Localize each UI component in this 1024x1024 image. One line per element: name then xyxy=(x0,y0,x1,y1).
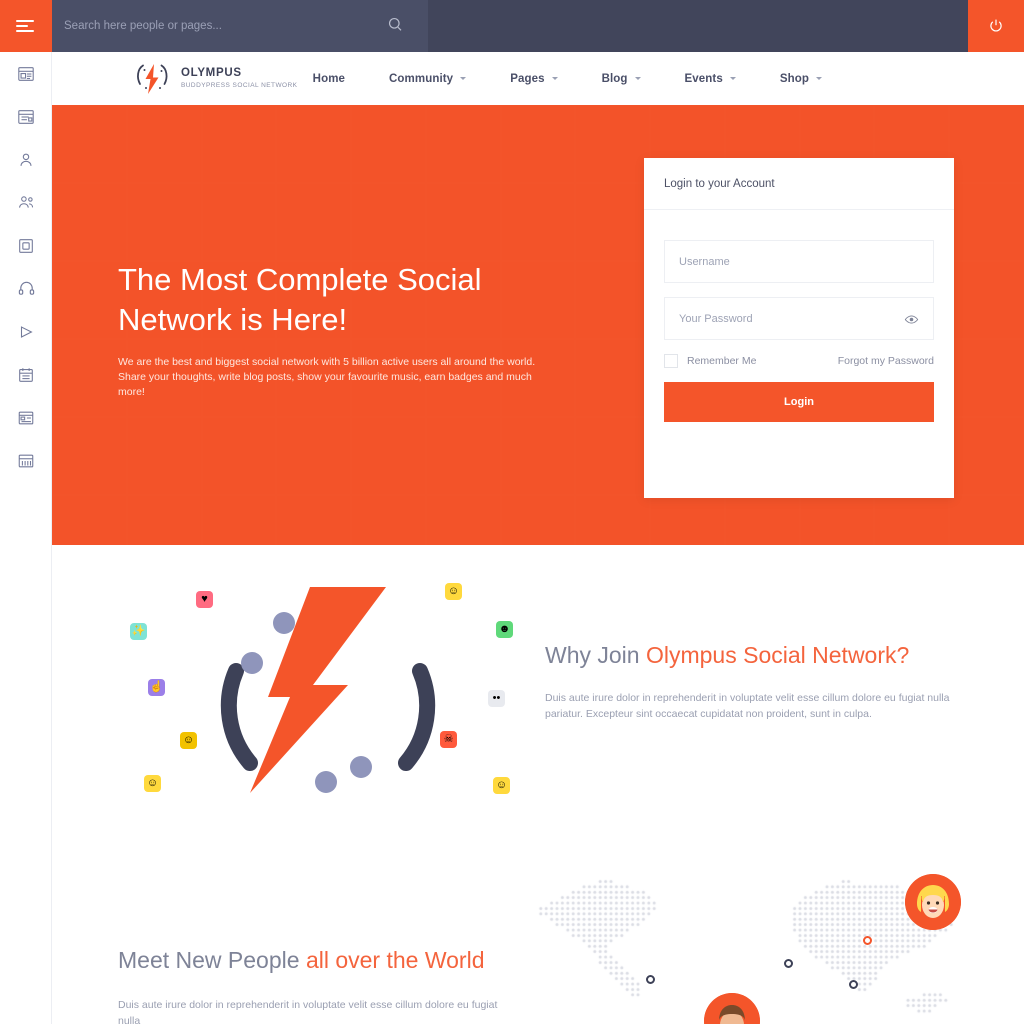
sidebar-items xyxy=(0,52,52,482)
map-pin xyxy=(784,959,793,968)
remember-me-toggle[interactable]: Remember Me xyxy=(664,354,756,368)
meet-people-body: Duis aute irure dolor in reprehenderit i… xyxy=(118,997,508,1024)
password-input[interactable] xyxy=(665,312,933,325)
remember-me-label: Remember Me xyxy=(687,355,757,367)
sidebar-item-forum[interactable] xyxy=(0,396,52,439)
reaction-emoji-icon: ☻ xyxy=(496,621,513,638)
search-input[interactable] xyxy=(64,11,364,41)
hero-subtitle-line-2: Share your thoughts, write blog posts, s… xyxy=(118,371,532,398)
main-navbar: OLYMPUS BUDDYPRESS SOCIAL NETWORK Home C… xyxy=(52,52,1024,105)
lightning-bolt-icon xyxy=(132,61,172,97)
nav-item-shop[interactable]: Shop xyxy=(758,73,844,85)
search-container xyxy=(52,0,428,52)
meet-people-title-plain: Meet New People xyxy=(118,947,306,973)
forgot-password-link[interactable]: Forgot my Password xyxy=(838,355,934,367)
power-icon xyxy=(990,19,1002,32)
why-join-body: Duis aute irure dolor in reprehenderit i… xyxy=(545,692,950,720)
login-card: Login to your Account Remember Me Forgot… xyxy=(644,158,954,498)
world-map-illustration xyxy=(522,870,1024,1024)
meet-people-section: Meet New People all over the World Duis … xyxy=(52,860,1024,1024)
hero-title: The Most Complete Social Network is Here… xyxy=(118,262,482,337)
logout-button[interactable] xyxy=(968,0,1024,52)
nav-item-blog[interactable]: Blog xyxy=(580,73,663,85)
nav-label: Shop xyxy=(779,72,809,85)
sidebar-item-profile[interactable] xyxy=(0,138,52,181)
chevron-down-icon xyxy=(634,77,641,80)
site-logo[interactable]: OLYMPUS BUDDYPRESS SOCIAL NETWORK xyxy=(132,61,297,97)
meet-people-title-accent: all over the World xyxy=(305,947,485,973)
meet-people-text-block: Meet New People all over the World Duis … xyxy=(118,945,538,1024)
reaction-emoji-icon: ✨ xyxy=(130,623,147,640)
search-icon[interactable] xyxy=(387,16,404,38)
why-join-title-plain: Why Join xyxy=(545,642,646,668)
chevron-down-icon xyxy=(551,77,558,80)
hamburger-menu-button[interactable] xyxy=(0,0,52,52)
why-join-title-accent: Olympus Social Network? xyxy=(645,642,910,668)
remember-me-checkbox[interactable] xyxy=(664,354,678,368)
login-options-row: Remember Me Forgot my Password xyxy=(664,354,934,368)
sidebar-item-music[interactable] xyxy=(0,267,52,310)
hero-subtitle-line-1: We are the best and biggest social netwo… xyxy=(118,356,536,368)
login-heading: Login to your Account xyxy=(644,158,954,210)
chevron-down-icon xyxy=(729,77,736,80)
why-join-title: Why Join Olympus Social Network? xyxy=(545,640,965,670)
why-join-text-block: Why Join Olympus Social Network? Duis au… xyxy=(545,640,965,722)
nav-item-events[interactable]: Events xyxy=(663,73,758,85)
logo-tagline: BUDDYPRESS SOCIAL NETWORK xyxy=(181,82,298,89)
nav-item-pages[interactable]: Pages xyxy=(488,73,579,85)
reaction-emoji-icon: ☠ xyxy=(440,731,457,748)
login-submit-button[interactable]: Login xyxy=(664,382,934,422)
logo-text-block: OLYMPUS BUDDYPRESS SOCIAL NETWORK xyxy=(181,67,297,91)
eye-icon[interactable] xyxy=(904,312,919,332)
sidebar-item-videos[interactable] xyxy=(0,310,52,353)
nav-item-home[interactable]: Home xyxy=(291,73,367,85)
meet-people-body-line-1: Duis aute irure dolor in reprehenderit i… xyxy=(118,999,498,1024)
chevron-down-icon xyxy=(460,77,467,80)
password-field-wrap xyxy=(664,297,934,340)
login-form: Remember Me Forgot my Password Login xyxy=(644,210,954,422)
meet-people-title: Meet New People all over the World xyxy=(118,945,538,975)
map-pin xyxy=(863,936,872,945)
sidebar-item-timeline[interactable] xyxy=(0,95,52,138)
nav-label: Home xyxy=(312,72,346,85)
reaction-emoji-icon: ☺ xyxy=(493,777,510,794)
nav-label: Pages xyxy=(510,72,545,85)
map-pin xyxy=(646,975,655,984)
reaction-emoji-icon: •• xyxy=(488,690,505,707)
sidebar-item-events[interactable] xyxy=(0,353,52,396)
sidebar-item-market[interactable] xyxy=(0,439,52,482)
logo-title: OLYMPUS xyxy=(181,67,242,79)
sidebar-item-photos[interactable] xyxy=(0,224,52,267)
nav-label: Community xyxy=(389,72,454,85)
hamburger-menu-icon xyxy=(16,20,36,32)
reaction-emoji-icon: ♥ xyxy=(196,591,213,608)
nav-label: Events xyxy=(684,72,723,85)
blonde-girl-avatar xyxy=(905,874,961,930)
reaction-emoji-icon: ☝ xyxy=(148,679,165,696)
hero-subtitle: We are the best and biggest social netwo… xyxy=(118,355,548,400)
top-header-bar xyxy=(52,0,1024,52)
sidebar-item-newsfeed[interactable] xyxy=(0,52,52,95)
reaction-emoji-icon: ☺ xyxy=(144,775,161,792)
chevron-down-icon xyxy=(816,77,822,80)
map-pin xyxy=(849,980,858,989)
lightning-bolt-illustration: ♥ ☺ ✨ ☻ ☝ •• ☺ ☠ ☺ ☺ xyxy=(118,575,538,815)
reaction-emoji-icon: ☺ xyxy=(180,732,197,749)
username-field-wrap xyxy=(664,240,934,283)
why-join-section: ♥ ☺ ✨ ☻ ☝ •• ☺ ☠ ☺ ☺ Why Join Olympus Social Netw… xyxy=(52,545,1024,845)
page-root: OLYMPUS BUDDYPRESS SOCIAL NETWORK Home C… xyxy=(0,0,1024,1024)
reaction-emoji-icon: ☺ xyxy=(445,583,462,600)
left-sidebar xyxy=(0,0,52,1024)
nav-item-community[interactable]: Community xyxy=(367,73,488,85)
sidebar-item-groups[interactable] xyxy=(0,181,52,224)
nav-label: Blog xyxy=(601,72,628,85)
username-input[interactable] xyxy=(665,255,933,268)
primary-navigation: Home Community Pages Blog Events Shop xyxy=(291,52,844,105)
